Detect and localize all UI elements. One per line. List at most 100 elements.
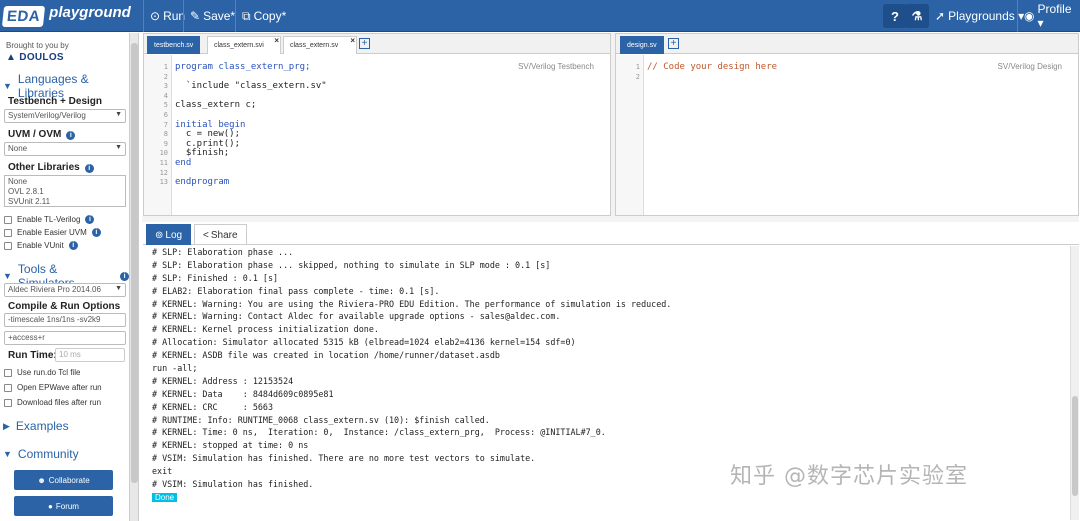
save-button[interactable]: ✎ Save*	[183, 0, 241, 32]
log-line: # KERNEL: ASDB file was created in locat…	[152, 350, 500, 361]
sidebar-scrollbar[interactable]	[130, 33, 139, 521]
enable-tl-verilog-checkbox[interactable]: Enable TL-Verilog i	[4, 215, 95, 224]
code-line[interactable]: class_extern c;	[175, 100, 256, 110]
log-scrollbar[interactable]	[1070, 246, 1079, 520]
download-files-checkbox[interactable]: Download files after run	[4, 398, 101, 407]
log-scroll-thumb[interactable]	[1072, 396, 1078, 496]
simulator-select-value: Aldec Riviera Pro 2014.06	[8, 285, 101, 294]
code-line[interactable]: endprogram	[175, 177, 229, 187]
triangle-right-icon: ▶	[3, 420, 10, 431]
community-section-header[interactable]: ▼ Community	[3, 447, 79, 461]
line-number: 2	[163, 72, 168, 81]
editor-mode-label: SV/Verilog Design	[997, 62, 1062, 71]
help-button[interactable]: ?	[883, 4, 907, 28]
info-icon[interactable]: i	[120, 271, 129, 281]
list-item[interactable]: None	[8, 177, 122, 187]
checkbox-box[interactable]	[4, 398, 12, 407]
doulos-logo[interactable]: ▲ DOULOS	[6, 52, 64, 63]
info-icon[interactable]: i	[66, 131, 76, 140]
add-file-icon[interactable]: +	[359, 38, 370, 49]
select-arrow-icon: ▼	[115, 111, 122, 118]
simulator-select[interactable]: Aldec Riviera Pro 2014.06 ▼	[4, 283, 126, 297]
close-tab-icon[interactable]: ×	[350, 36, 355, 45]
line-number: 5	[163, 101, 168, 110]
tab-class-extern-svi[interactable]: class_extern.svi ×	[207, 36, 281, 54]
compile-run-label: Compile & Run Options	[8, 301, 121, 312]
profile-label: Profile ▾	[1037, 2, 1072, 30]
testbench-tabbar: testbench.sv class_extern.svi × class_ex…	[144, 34, 610, 54]
profile-menu[interactable]: ◉ Profile ▾	[1017, 0, 1080, 32]
tab-design-sv[interactable]: design.sv	[620, 36, 664, 54]
list-item[interactable]: OVL 2.8.1	[8, 187, 122, 197]
add-file-icon[interactable]: +	[668, 38, 679, 49]
language-select-value: SystemVerilog/Verilog	[8, 111, 86, 120]
use-run-do-checkbox[interactable]: Use run.do Tcl file	[4, 368, 80, 377]
examples-section-header[interactable]: ▶ Examples	[3, 419, 69, 433]
copy-label: Copy*	[253, 9, 287, 23]
list-item[interactable]: SVUnit 2.11	[8, 197, 122, 207]
log-line: # RUNTIME: Info: RUNTIME_0068 class_exte…	[152, 414, 490, 425]
line-number: 10	[159, 149, 168, 158]
playgrounds-label: Playgrounds ▾	[948, 9, 1025, 23]
info-icon[interactable]: i	[84, 164, 94, 173]
code-line[interactable]: `include "class_extern.sv"	[175, 81, 327, 91]
other-libraries-label: Other Libraries i	[8, 162, 94, 173]
line-number: 3	[163, 82, 168, 91]
code-line[interactable]: $finish;	[175, 148, 229, 158]
tab-label: class_extern.svi	[214, 42, 264, 49]
playgrounds-menu[interactable]: ➚ Playgrounds ▾	[929, 0, 1030, 32]
run-time-input[interactable]: 10 ms	[55, 348, 125, 362]
copy-button[interactable]: ⧉ Copy*	[235, 0, 292, 32]
collaborate-button[interactable]: ☻ Collaborate	[14, 470, 113, 490]
options-sidebar: Brought to you by ▲ DOULOS ▼ Languages &…	[0, 33, 130, 521]
line-number: 11	[159, 159, 168, 167]
checkbox-box[interactable]	[4, 228, 12, 237]
rocket-icon: ➚	[935, 9, 946, 23]
forum-label: Forum	[55, 501, 79, 511]
checkbox-box[interactable]	[4, 215, 12, 224]
sidebar-scroll-thumb[interactable]	[131, 43, 138, 483]
checkbox-box[interactable]	[4, 368, 12, 377]
enable-vunit-checkbox[interactable]: Enable VUnit i	[4, 241, 78, 250]
tab-label: design.sv	[627, 42, 657, 49]
code-line[interactable]: c.print();	[175, 139, 240, 149]
other-libraries-list[interactable]: None OVL 2.8.1 SVUnit 2.11	[4, 175, 126, 207]
edaplayground-logo[interactable]: EDA playground	[1, 3, 131, 30]
forum-button[interactable]: ● Forum	[14, 496, 113, 516]
collaborate-label: Collaborate	[48, 475, 90, 485]
line-number: 13	[159, 178, 168, 187]
code-line[interactable]: program class_extern_prg;	[175, 62, 310, 72]
checkbox-label: Download files after run	[17, 398, 102, 407]
log-line: # KERNEL: stopped at time: 0 ns	[152, 440, 309, 451]
info-icon[interactable]: i	[91, 228, 101, 237]
enable-easier-uvm-checkbox[interactable]: Enable Easier UVM i	[4, 228, 101, 237]
open-epwave-checkbox[interactable]: Open EPWave after run	[4, 383, 102, 392]
logo-eda-text: EDA	[1, 6, 46, 27]
log-line: # KERNEL: Warning: You are using the Riv…	[152, 298, 672, 309]
tab-testbench-sv[interactable]: testbench.sv	[147, 36, 201, 54]
tab-class-extern-sv[interactable]: class_extern.sv ×	[283, 36, 357, 54]
language-select[interactable]: SystemVerilog/Verilog ▼	[4, 109, 126, 123]
checkbox-box[interactable]	[4, 383, 12, 392]
code-line[interactable]: c = new();	[175, 129, 240, 139]
checkbox-label: Enable Easier UVM	[17, 228, 87, 237]
info-icon[interactable]: i	[85, 215, 95, 224]
compile-options-input[interactable]: -timescale 1ns/1ns -sv2k9	[4, 313, 126, 327]
uvm-select[interactable]: None ▼	[4, 142, 126, 156]
code-line[interactable]: // Code your design here	[647, 62, 777, 72]
info-icon[interactable]: i	[68, 241, 78, 250]
code-line[interactable]: initial begin	[175, 120, 245, 130]
triangle-down-icon: ▼	[3, 449, 12, 459]
run-options-input[interactable]: +access+r	[4, 331, 126, 345]
log-line: # SLP: Elaboration phase ...	[152, 247, 294, 257]
code-line[interactable]: end	[175, 158, 191, 168]
close-tab-icon[interactable]: ×	[274, 36, 279, 45]
checkbox-label: Use run.do Tcl file	[17, 368, 81, 377]
flask-button[interactable]: ⚗	[905, 4, 929, 28]
line-number: 7	[163, 120, 168, 129]
tab-log[interactable]: ⊚ Log	[146, 224, 192, 245]
checkbox-box[interactable]	[4, 241, 12, 250]
doulos-logo-text: DOULOS	[19, 52, 64, 63]
tab-share[interactable]: < Share	[194, 224, 247, 245]
tab-label: testbench.sv	[154, 42, 194, 49]
